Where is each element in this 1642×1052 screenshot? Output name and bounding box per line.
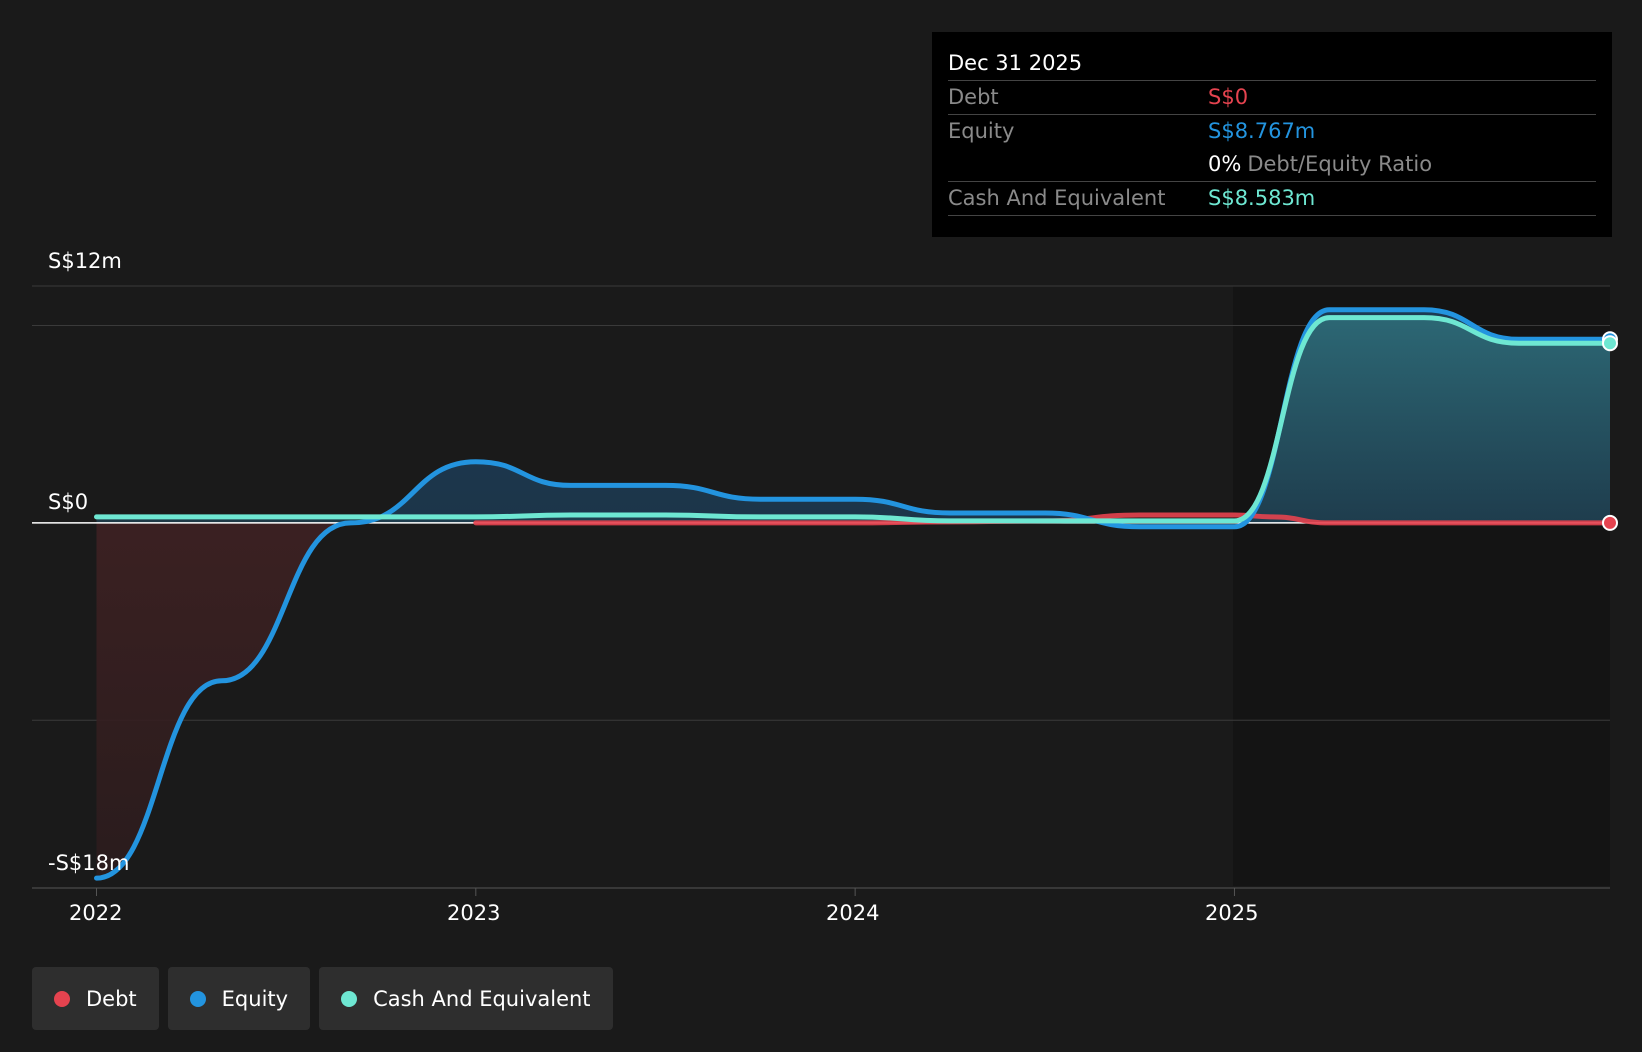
tooltip-date: Dec 31 2025 [948,51,1083,75]
legend-label: Cash And Equivalent [373,986,591,1011]
cash-end-marker [1602,335,1618,352]
tooltip-debt-value: S$0 [1208,85,1249,109]
legend-item-cash[interactable]: Cash And Equivalent [319,967,613,1030]
tooltip-equity-label: Equity [948,119,1015,143]
legend-item-debt[interactable]: Debt [32,967,159,1030]
debt-end-marker [1602,514,1618,531]
legend: Debt Equity Cash And Equivalent [32,967,613,1030]
legend-label: Debt [86,986,137,1011]
legend-label: Equity [221,986,289,1011]
x-tick-label: 2024 [826,901,880,925]
tooltip-row-cash: Cash And Equivalent S$8.583m [948,181,1596,216]
x-tick-label: 2022 [69,901,123,925]
y-tick-label: -S$18m [48,851,130,875]
tooltip-ratio-label: Debt/Equity Ratio [1247,152,1433,176]
tooltip: Dec 31 2025 Debt S$0 Equity S$8.767m 0% … [932,32,1612,237]
tooltip-row-debt: Debt S$0 [948,80,1596,114]
tooltip-ratio-value: 0% [1208,152,1242,176]
equity-dot-icon [189,990,206,1007]
x-tick-label: 2025 [1205,901,1259,925]
x-tick-label: 2023 [447,901,501,925]
tooltip-row-equity: Equity S$8.767m [948,114,1596,148]
tooltip-equity-value: S$8.767m [1208,119,1316,143]
cash-dot-icon [341,990,358,1007]
cash-area [96,317,1610,523]
legend-item-equity[interactable]: Equity [167,967,311,1030]
y-tick-label: S$12m [48,249,122,273]
tooltip-debt-label: Debt [948,85,999,109]
debt-dot-icon [54,990,70,1007]
tooltip-cash-label: Cash And Equivalent [948,186,1166,210]
y-tick-label: S$0 [48,490,89,514]
tooltip-row-ratio: 0% Debt/Equity Ratio [948,148,1596,181]
tooltip-cash-value: S$8.583m [1208,186,1316,210]
